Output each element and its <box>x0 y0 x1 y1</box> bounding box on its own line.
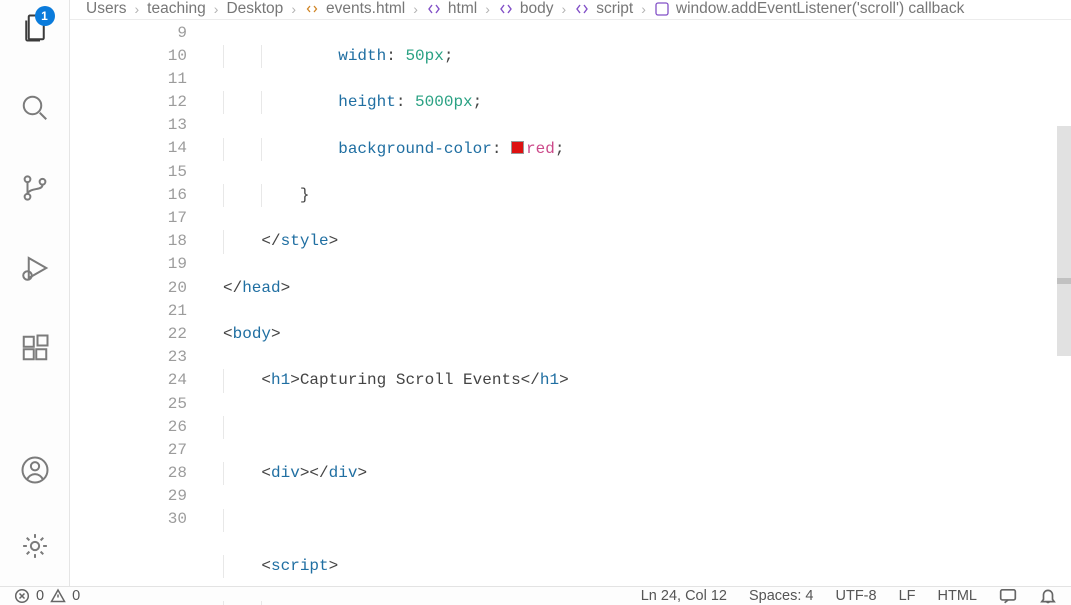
activity-explorer[interactable]: 1 <box>11 4 59 52</box>
scrollbar-thumb[interactable] <box>1057 126 1071 356</box>
activity-extensions[interactable] <box>11 324 59 372</box>
warning-icon <box>50 588 66 604</box>
code-editor[interactable]: 9101112131415161718192021222324252627282… <box>70 20 1071 586</box>
chevron-right-icon: › <box>641 1 646 17</box>
chevron-right-icon: › <box>291 1 296 17</box>
editor-area: Users › teaching › Desktop › events.html… <box>70 0 1071 586</box>
chevron-right-icon: › <box>562 1 567 17</box>
breadcrumb-item[interactable]: html <box>426 0 477 18</box>
overview-mark <box>1057 278 1071 284</box>
breadcrumb-item[interactable]: window.addEventListener('scroll') callba… <box>654 0 965 18</box>
symbol-html-icon <box>574 1 590 17</box>
breadcrumb-item[interactable]: script <box>574 0 633 18</box>
activity-settings[interactable] <box>11 522 59 570</box>
explorer-badge: 1 <box>35 6 55 26</box>
activity-search[interactable] <box>11 84 59 132</box>
main-area: 1 <box>0 0 1071 586</box>
symbol-func-icon <box>654 1 670 17</box>
account-icon <box>20 455 50 485</box>
activity-run-debug[interactable] <box>11 244 59 292</box>
activity-account[interactable] <box>11 446 59 494</box>
gear-icon <box>20 531 50 561</box>
chevron-right-icon: › <box>134 1 139 17</box>
line-number-gutter: 9101112131415161718192021222324252627282… <box>70 20 205 586</box>
status-errors[interactable]: 0 <box>14 588 44 604</box>
search-icon <box>20 93 50 123</box>
breadcrumb-item[interactable]: events.html <box>304 0 405 18</box>
status-warnings[interactable]: 0 <box>50 588 80 604</box>
breadcrumb-item[interactable]: body <box>498 0 554 18</box>
error-icon <box>14 588 30 604</box>
play-bug-icon <box>20 253 50 283</box>
file-code-icon <box>304 1 320 17</box>
chevron-right-icon: › <box>485 1 490 17</box>
activity-source-control[interactable] <box>11 164 59 212</box>
app-root: 1 <box>0 0 1071 605</box>
chevron-right-icon: › <box>413 1 418 17</box>
breadcrumb-item[interactable]: Users <box>86 0 126 18</box>
breadcrumbs: Users › teaching › Desktop › events.html… <box>70 0 1071 20</box>
code-content[interactable]: width: 50px; height: 5000px; background-… <box>205 20 1071 586</box>
activity-bar: 1 <box>0 0 70 586</box>
branch-icon <box>20 173 50 203</box>
symbol-html-icon <box>498 1 514 17</box>
breadcrumb-item[interactable]: Desktop <box>226 0 283 18</box>
extensions-icon <box>20 333 50 363</box>
color-swatch-icon <box>511 141 524 154</box>
symbol-html-icon <box>426 1 442 17</box>
vertical-scrollbar[interactable] <box>1055 36 1071 586</box>
breadcrumb-item[interactable]: teaching <box>147 0 206 18</box>
chevron-right-icon: › <box>214 1 219 17</box>
